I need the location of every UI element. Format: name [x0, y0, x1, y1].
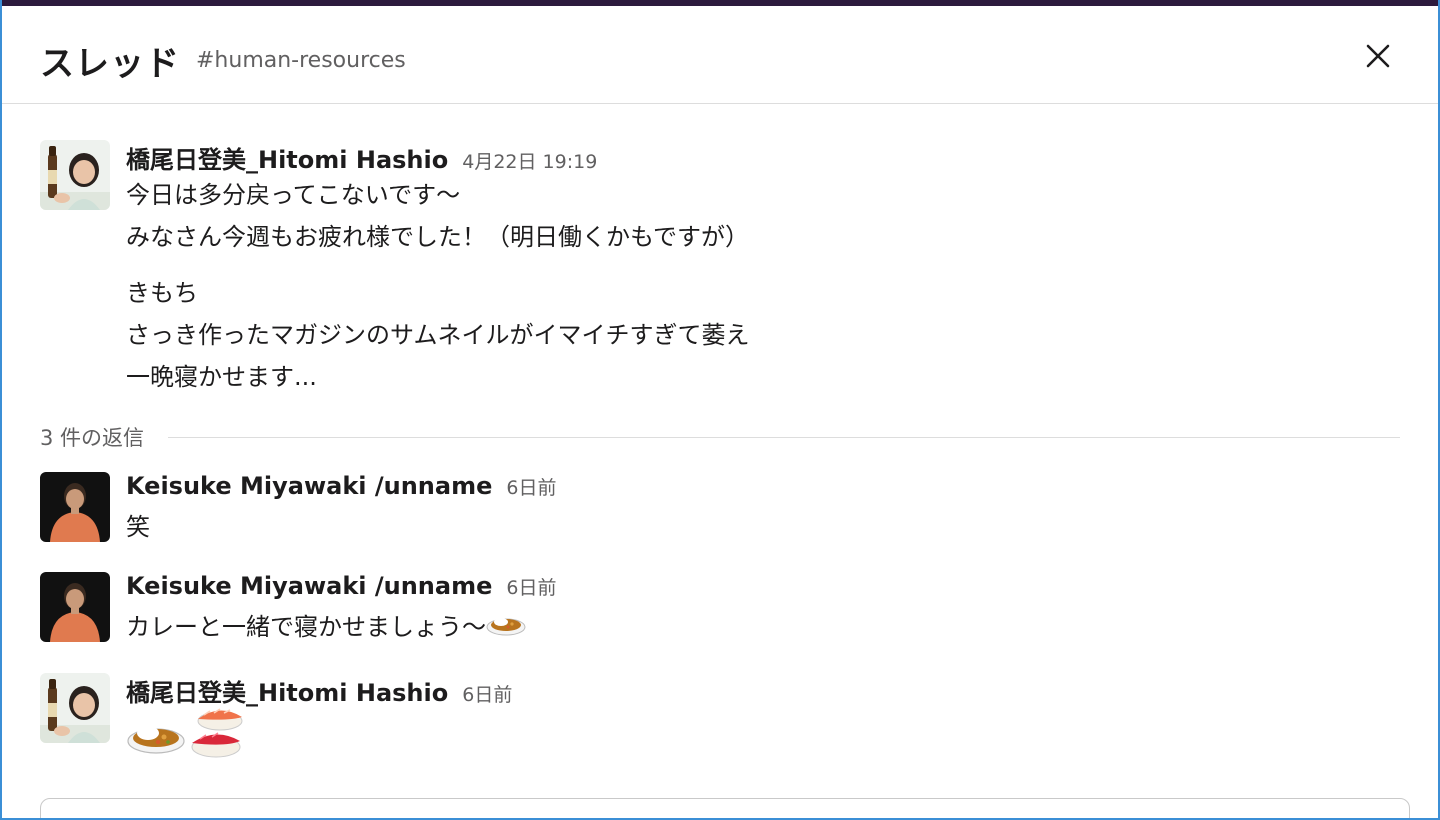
avatar-hitomi-hashio[interactable]	[40, 140, 110, 210]
message-text-line: カレーと一緒で寝かせましょう〜	[126, 606, 1400, 650]
message-text-line: 一晩寝かせます...	[126, 363, 317, 391]
close-icon	[1366, 44, 1390, 68]
message-header: 橋尾日登美_Hitomi Hashio 6日前	[126, 673, 1400, 707]
replies-count: 3 件の返信	[40, 426, 145, 450]
emoji-message	[126, 707, 1400, 763]
divider-line	[168, 436, 1400, 438]
message-text-line: さっき作ったマガジンのサムネイルがイマイチすぎて萎え	[126, 321, 750, 349]
message-header: 橋尾日登美_Hitomi Hashio 4月22日 19:19	[126, 140, 1400, 174]
message-body: Keisuke Miyawaki /unname 6日前 カレーと一緒で寝かせま…	[126, 572, 1400, 650]
message-text: カレーと一緒で寝かせましょう〜	[126, 613, 486, 641]
reply-composer[interactable]	[40, 798, 1410, 818]
message-body: 橋尾日登美_Hitomi Hashio 6日前	[126, 673, 1400, 763]
message-header: Keisuke Miyawaki /unname 6日前	[126, 572, 1400, 606]
author-name[interactable]: Keisuke Miyawaki /unname	[126, 572, 492, 600]
message-header: Keisuke Miyawaki /unname 6日前	[126, 472, 1400, 506]
channel-link[interactable]: #human-resources	[196, 48, 406, 73]
message-text-line: きもち	[126, 279, 198, 307]
replies-divider: 3 件の返信	[40, 420, 1400, 454]
close-button[interactable]	[1358, 36, 1398, 76]
avatar-hitomi-hashio[interactable]	[40, 673, 110, 743]
message-text-line: みなさん今週もお疲れ様でした！（明日働くかもですが）	[126, 223, 750, 251]
message-timestamp[interactable]: 6日前	[506, 473, 556, 500]
avatar-keisuke-miyawaki[interactable]	[40, 472, 110, 542]
author-name[interactable]: 橋尾日登美_Hitomi Hashio	[126, 140, 448, 175]
message-body: Keisuke Miyawaki /unname 6日前 笑	[126, 472, 1400, 548]
thread-title: スレッド	[40, 44, 180, 84]
message-text-line: 笑	[126, 513, 150, 541]
message-timestamp[interactable]: 6日前	[462, 680, 512, 707]
thread-panel: スレッド #human-resources 橋尾日登美_Hitomi Hashi…	[0, 0, 1440, 820]
thread-header: スレッド #human-resources	[2, 6, 1438, 104]
message-body: 橋尾日登美_Hitomi Hashio 4月22日 19:19 今日は多分戻って…	[126, 140, 1400, 398]
curry-rice-emoji[interactable]	[126, 711, 186, 759]
author-name[interactable]: Keisuke Miyawaki /unname	[126, 472, 492, 500]
sushi-emoji[interactable]	[186, 705, 246, 765]
message-text-line: 今日は多分戻ってこないです〜	[126, 181, 461, 209]
avatar-keisuke-miyawaki[interactable]	[40, 572, 110, 642]
author-name[interactable]: 橋尾日登美_Hitomi Hashio	[126, 673, 448, 708]
message-timestamp[interactable]: 6日前	[506, 573, 556, 600]
curry-rice-emoji[interactable]	[486, 607, 526, 650]
message-timestamp[interactable]: 4月22日 19:19	[462, 147, 597, 174]
